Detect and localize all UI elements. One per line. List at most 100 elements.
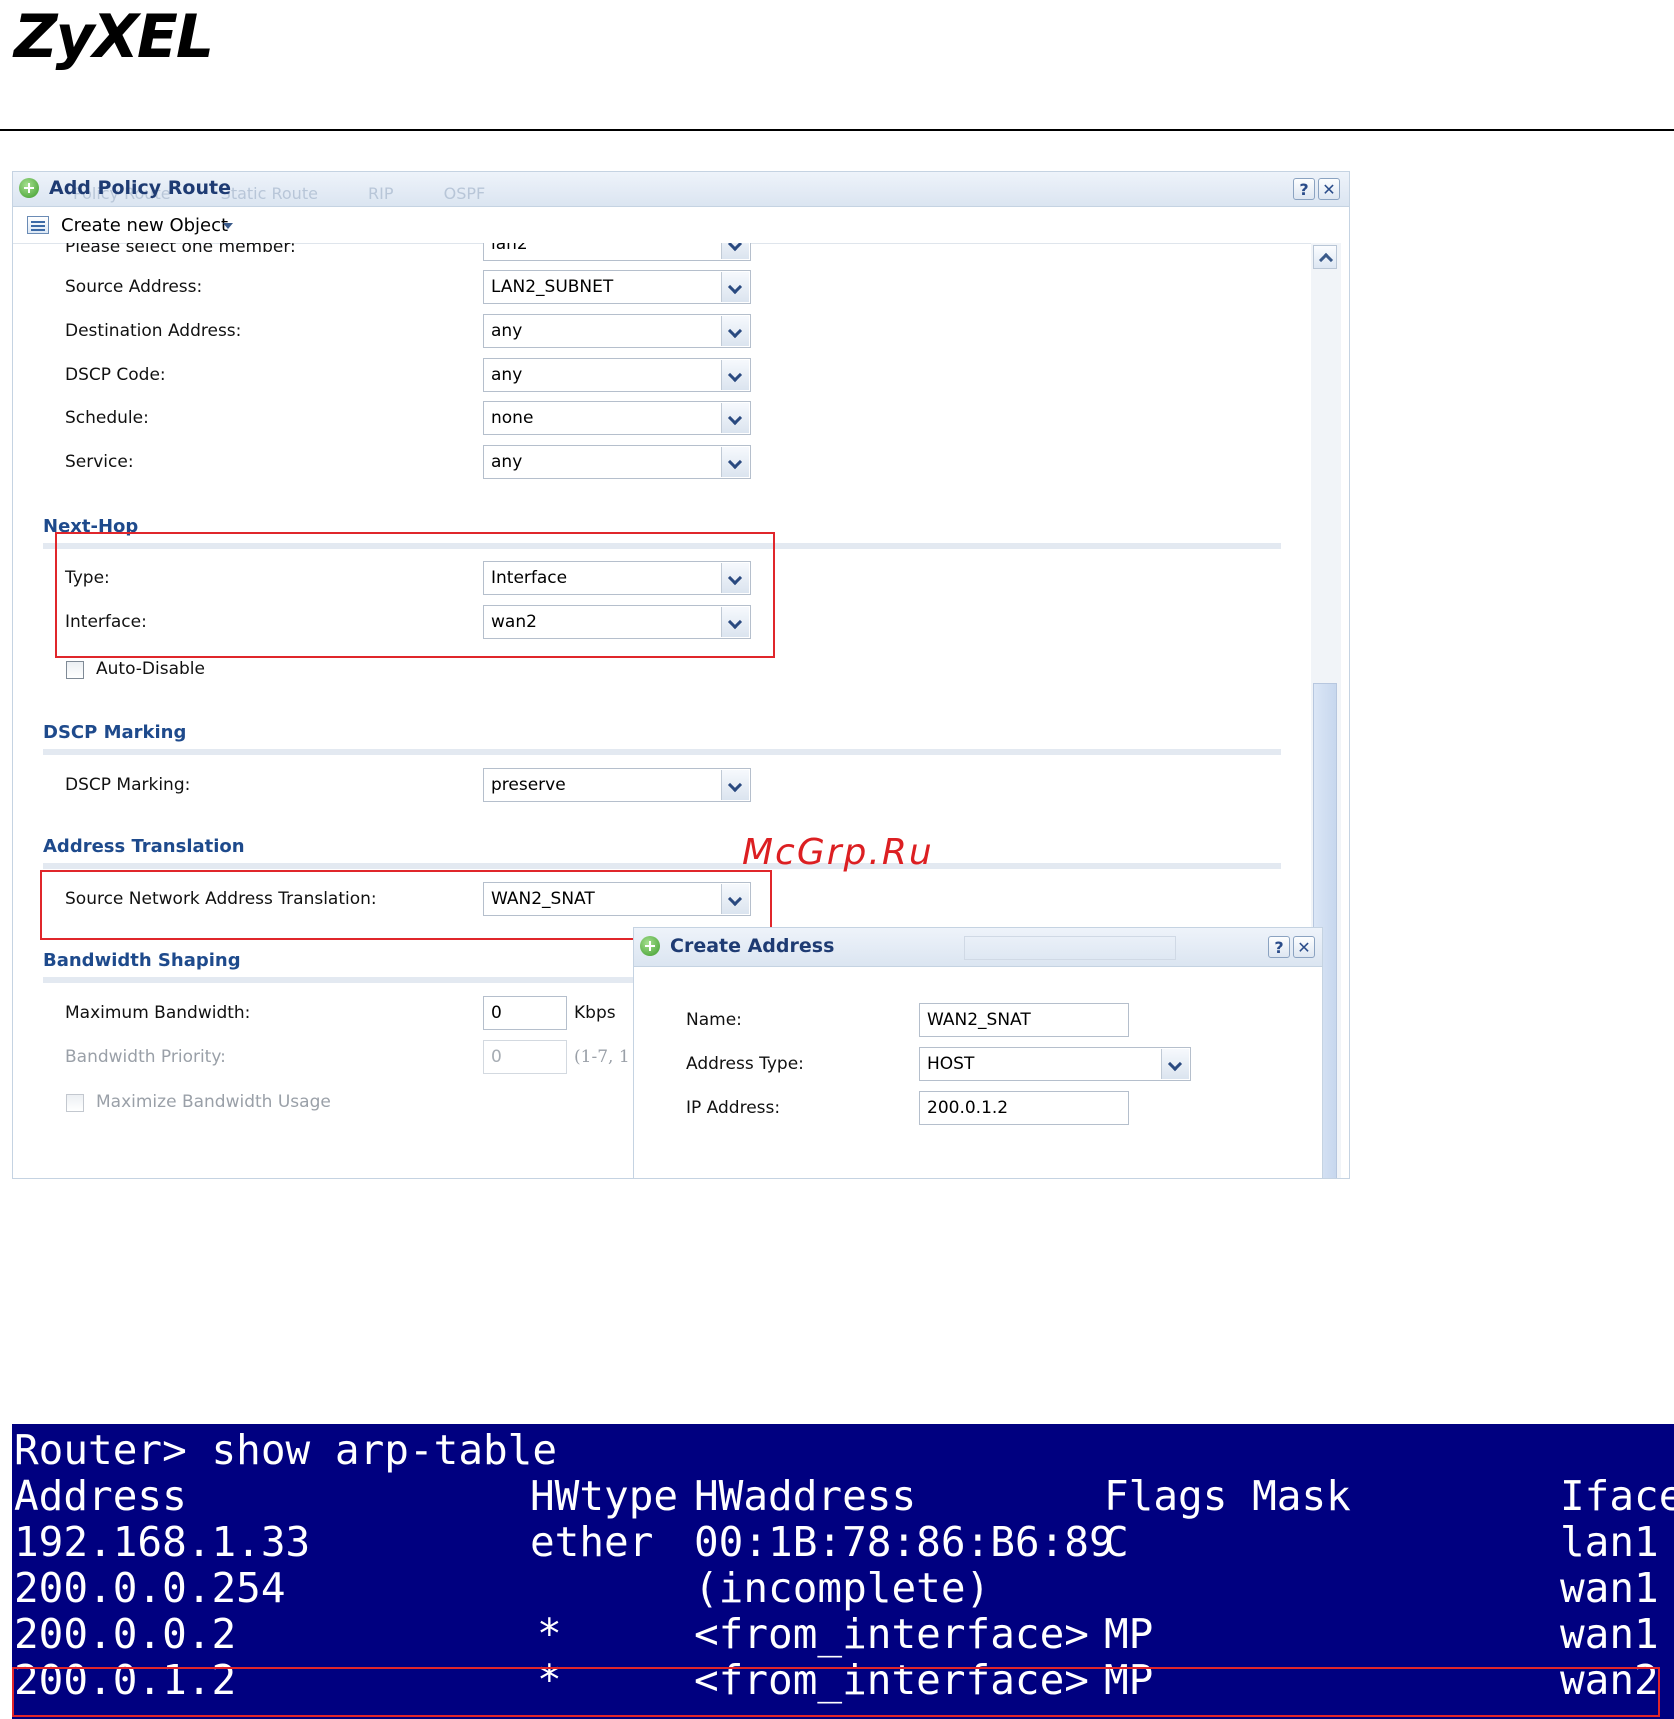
- address-translation-heading: Address Translation: [43, 836, 245, 857]
- arp-flags: MP: [1104, 1610, 1154, 1658]
- destination-address-label: Destination Address:: [65, 321, 242, 341]
- ghost-tab: RIP: [368, 184, 394, 203]
- dropdown-arrow-icon[interactable]: [721, 316, 749, 346]
- ip-address-label: IP Address:: [686, 1098, 781, 1118]
- address-name-value: WAN2_SNAT: [927, 1010, 1031, 1030]
- member-value: lan2: [491, 243, 528, 254]
- help-button[interactable]: ?: [1293, 178, 1315, 200]
- maximize-bandwidth-label: Maximize Bandwidth Usage: [96, 1092, 331, 1112]
- service-select[interactable]: any: [483, 445, 751, 479]
- source-address-select[interactable]: LAN2_SUBNET: [483, 270, 751, 304]
- terminal-window: Router> show arp-table Address HWtype HW…: [12, 1424, 1674, 1719]
- object-list-icon: [27, 216, 49, 234]
- address-name-input[interactable]: WAN2_SNAT: [919, 1003, 1129, 1037]
- zyxel-logo: ZyXEL: [14, 2, 214, 72]
- bandwidth-priority-hint: (1-7, 1: [574, 1047, 630, 1067]
- add-icon: [19, 178, 39, 198]
- schedule-label: Schedule:: [65, 408, 149, 428]
- max-bandwidth-value: 0: [491, 1003, 502, 1023]
- arp-address: 200.0.0.254: [14, 1564, 286, 1612]
- ghost-tab: OSPF: [443, 184, 486, 203]
- bandwidth-priority-label: Bandwidth Priority:: [65, 1047, 226, 1067]
- arp-iface: wan1: [1560, 1610, 1659, 1658]
- address-type-label: Address Type:: [686, 1054, 804, 1074]
- dropdown-arrow-icon[interactable]: [721, 403, 749, 433]
- dscp-code-select[interactable]: any: [483, 358, 751, 392]
- arp-hwaddress: (incomplete): [694, 1564, 991, 1612]
- highlight-wan2-row: [12, 1667, 1660, 1717]
- arp-hwtype: ether: [530, 1518, 654, 1566]
- terminal-command: Router> show arp-table: [14, 1426, 558, 1474]
- dscp-marking-select[interactable]: preserve: [483, 768, 751, 802]
- header-hwtype: HWtype: [530, 1472, 679, 1520]
- bandwidth-shaping-heading: Bandwidth Shaping: [43, 950, 241, 971]
- dialog-title: Add Policy Route: [49, 177, 231, 199]
- dialog-title-bar[interactable]: Policy Route Static Route RIP OSPF Add P…: [13, 172, 1349, 207]
- auto-disable-label: Auto-Disable: [96, 659, 205, 679]
- service-value: any: [491, 452, 523, 472]
- destination-address-value: any: [491, 321, 523, 341]
- address-name-label: Name:: [686, 1010, 742, 1030]
- dscp-code-value: any: [491, 365, 523, 385]
- background-field: [964, 936, 1176, 960]
- dropdown-arrow-icon[interactable]: [721, 770, 749, 800]
- address-type-select[interactable]: HOST: [919, 1047, 1191, 1081]
- auto-disable-checkbox[interactable]: [66, 661, 84, 679]
- bandwidth-priority-input[interactable]: 0: [483, 1040, 567, 1074]
- ip-address-value: 200.0.1.2: [927, 1098, 1009, 1118]
- scroll-up-icon[interactable]: [1313, 245, 1337, 269]
- dscp-code-label: DSCP Code:: [65, 365, 166, 385]
- arp-iface: lan1: [1560, 1518, 1659, 1566]
- arp-address: 200.0.0.2: [14, 1610, 237, 1658]
- service-label: Service:: [65, 452, 134, 472]
- source-address-label: Source Address:: [65, 277, 203, 297]
- schedule-select[interactable]: none: [483, 401, 751, 435]
- section-divider: [43, 749, 1281, 755]
- address-type-value: HOST: [927, 1054, 975, 1074]
- max-bandwidth-input[interactable]: 0: [483, 996, 567, 1030]
- dropdown-arrow-icon[interactable]: [721, 360, 749, 390]
- max-bandwidth-unit: Kbps: [574, 1003, 616, 1023]
- dialog-title-bar[interactable]: Create Address ? ✕: [634, 928, 1322, 967]
- close-button[interactable]: ✕: [1318, 178, 1340, 200]
- help-button[interactable]: ?: [1268, 936, 1290, 958]
- header-iface: Iface: [1560, 1472, 1674, 1520]
- source-address-value: LAN2_SUBNET: [491, 277, 614, 297]
- arp-flags: C: [1104, 1518, 1129, 1566]
- highlight-next-hop: [55, 532, 775, 658]
- arp-hwtype: *: [537, 1610, 562, 1658]
- watermark: McGrp.Ru: [742, 832, 934, 873]
- header-address: Address: [14, 1472, 187, 1520]
- dropdown-arrow-icon[interactable]: [1161, 1049, 1189, 1079]
- dropdown-arrow-icon[interactable]: [721, 447, 749, 477]
- dropdown-arrow-icon[interactable]: [721, 272, 749, 302]
- chevron-down-icon[interactable]: [223, 223, 233, 229]
- dscp-marking-value: preserve: [491, 775, 566, 795]
- ghost-tab: Static Route: [220, 184, 318, 203]
- dscp-marking-label: DSCP Marking:: [65, 775, 191, 795]
- member-label: Please select one member:: [65, 243, 296, 257]
- ip-address-input[interactable]: 200.0.1.2: [919, 1091, 1129, 1125]
- arp-address: 192.168.1.33: [14, 1518, 311, 1566]
- dialog-title: Create Address: [670, 935, 835, 957]
- arp-iface: wan1: [1560, 1564, 1659, 1612]
- dropdown-arrow-icon[interactable]: [721, 243, 749, 259]
- max-bandwidth-label: Maximum Bandwidth:: [65, 1003, 251, 1023]
- create-new-object-menu[interactable]: Create new Object: [61, 215, 228, 236]
- arp-hwaddress: 00:1B:78:86:B6:89: [694, 1518, 1114, 1566]
- header-hwaddress: HWaddress: [694, 1472, 917, 1520]
- header-flags-mask: Flags Mask: [1104, 1472, 1351, 1520]
- schedule-value: none: [491, 408, 534, 428]
- section-divider: [43, 863, 1281, 869]
- add-icon: [640, 936, 660, 956]
- maximize-bandwidth-checkbox[interactable]: [66, 1094, 84, 1112]
- header-divider: [0, 129, 1674, 131]
- create-address-dialog: Create Address ? ✕ Name: WAN2_SNAT Addre…: [633, 927, 1323, 1179]
- dscp-marking-heading: DSCP Marking: [43, 722, 187, 743]
- bandwidth-priority-value: 0: [491, 1047, 502, 1067]
- arp-hwaddress: <from_interface>: [694, 1610, 1089, 1658]
- object-toolbar: Create new Object: [13, 207, 1341, 244]
- close-button[interactable]: ✕: [1293, 936, 1315, 958]
- destination-address-select[interactable]: any: [483, 314, 751, 348]
- member-select[interactable]: lan2: [483, 243, 751, 261]
